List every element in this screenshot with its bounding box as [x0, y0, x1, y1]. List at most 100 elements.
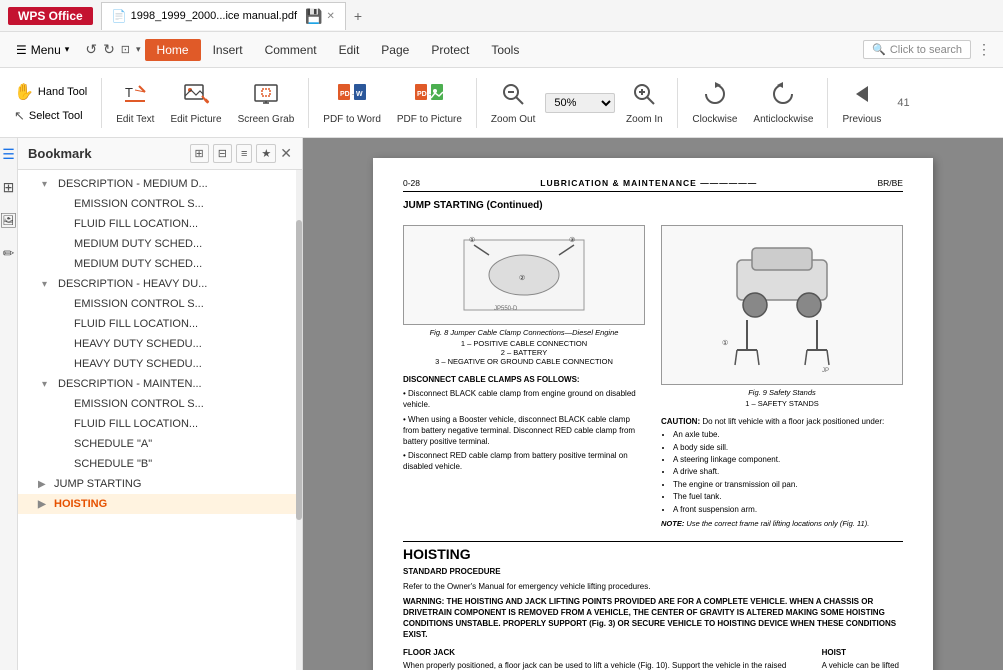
select-tool-label: Select Tool	[29, 110, 83, 122]
bookmark-item[interactable]: EMISSION CONTROL S...	[18, 294, 302, 314]
doc-left-col: ① ② ③ JP550-D Fig. 8 Jumper Cable Clamp …	[403, 217, 645, 533]
panel-bookmarks-icon[interactable]: ☰	[0, 142, 19, 167]
pdf-to-picture-label: PDF to Picture	[397, 114, 462, 125]
bookmark-item-hoisting[interactable]: ▶ HOISTING	[18, 494, 302, 514]
pdf-to-picture-button[interactable]: PDF → PDF to Picture	[391, 76, 468, 129]
titlebar: WPS Office 📄 1998_1999_2000...ice manual…	[0, 0, 1003, 32]
clockwise-label: Clockwise	[692, 114, 737, 125]
screen-grab-label: Screen Grab	[238, 114, 295, 125]
screen-grab-icon	[252, 80, 280, 112]
bookmark-label: DESCRIPTION - MEDIUM D...	[58, 178, 294, 190]
bookmark-item[interactable]: ▾ DESCRIPTION - MAINTEN...	[18, 374, 302, 394]
left-panel: ☰ ⊞ 🖼 ✏	[0, 138, 18, 670]
zoom-out-button[interactable]: Zoom Out	[485, 76, 541, 129]
pdf-to-word-button[interactable]: PDF → W PDF to Word	[317, 76, 387, 129]
tab-bar: 📄 1998_1999_2000...ice manual.pdf 💾 ✕ +	[101, 2, 995, 30]
fig8-labels: 1 – POSITIVE CABLE CONNECTION 2 – BATTER…	[403, 339, 645, 366]
undo-button[interactable]: ↺	[83, 39, 99, 60]
clockwise-button[interactable]: Clockwise	[686, 76, 743, 129]
bookmark-item[interactable]: EMISSION CONTROL S...	[18, 194, 302, 214]
toolbar: ✋ Hand Tool ↖ Select Tool T Edit Text	[0, 68, 1003, 138]
screen-grab-button[interactable]: Screen Grab	[232, 76, 301, 129]
bookmark-item[interactable]: EMISSION CONTROL S...	[18, 394, 302, 414]
page-menu-item[interactable]: Page	[371, 39, 419, 61]
anticlockwise-label: Anticlockwise	[753, 114, 813, 125]
floor-jack-col: FLOOR JACK When properly positioned, a f…	[403, 647, 806, 670]
sidebar-action-2[interactable]: ⊟	[213, 144, 232, 163]
anticlockwise-button[interactable]: Anticlockwise	[747, 76, 819, 129]
redo-button[interactable]: ↻	[101, 39, 117, 60]
edit-picture-button[interactable]: Edit Picture	[164, 76, 227, 129]
doc-area: 0-28 LUBRICATION & MAINTENANCE —————— BR…	[303, 138, 1003, 670]
doc-page-header: 0-28 LUBRICATION & MAINTENANCE —————— BR…	[403, 178, 903, 192]
zoom-out-label: Zoom Out	[491, 114, 535, 125]
edit-text-button[interactable]: T Edit Text	[110, 76, 160, 129]
menu-button[interactable]: ☰ Menu ▾	[8, 39, 77, 61]
search-box[interactable]: 🔍 Click to search	[863, 40, 971, 59]
dropdown-btn[interactable]: ▾	[134, 39, 143, 60]
page-num-value: 41	[897, 97, 909, 109]
anticlockwise-icon	[769, 80, 797, 112]
bookmark-item[interactable]: FLUID FILL LOCATION...	[18, 214, 302, 234]
bookmark-item[interactable]: SCHEDULE "B"	[18, 454, 302, 474]
fig9-labels: 1 – SAFETY STANDS	[661, 399, 903, 408]
warning-text: WARNING: THE HOISTING AND JACK LIFTING P…	[403, 596, 903, 641]
scrollbar-thumb[interactable]	[296, 220, 302, 520]
tool-group: ✋ Hand Tool ↖ Select Tool	[8, 80, 93, 126]
bookmark-item[interactable]: HEAVY DUTY SCHEDU...	[18, 354, 302, 374]
sidebar-action-3[interactable]: ≡	[236, 144, 252, 163]
pdf-to-word-label: PDF to Word	[323, 114, 381, 125]
bookmark-item[interactable]: MEDIUM DUTY SCHED...	[18, 234, 302, 254]
bookmark-item[interactable]: FLUID FILL LOCATION...	[18, 314, 302, 334]
previous-label: Previous	[842, 114, 881, 125]
zoom-select[interactable]: 50% 75% 100% 125% 150%	[545, 93, 615, 113]
hand-tool-button[interactable]: ✋ Hand Tool	[8, 80, 93, 104]
document-tab[interactable]: 📄 1998_1999_2000...ice manual.pdf 💾 ✕	[101, 2, 346, 30]
menubar: ☰ Menu ▾ ↺ ↻ ⊡ ▾ Home Insert Comment Edi…	[0, 32, 1003, 68]
bookmark-item[interactable]: ▾ DESCRIPTION - MEDIUM D...	[18, 174, 302, 194]
sidebar-header: Bookmark ⊞ ⊟ ≡ ★ ✕	[18, 138, 302, 170]
fig9-image: ① JP	[661, 225, 903, 385]
bookmark-item[interactable]: HEAVY DUTY SCHEDU...	[18, 334, 302, 354]
wps-logo[interactable]: WPS Office	[8, 7, 93, 25]
bookmark-label: DESCRIPTION - MAINTEN...	[58, 378, 294, 390]
bookmark-item[interactable]: ▾ DESCRIPTION - HEAVY DU...	[18, 274, 302, 294]
doc-right-col: ① JP Fig. 9 Safety Stands 1 – SAFETY STA…	[661, 217, 903, 533]
subsection-title: JUMP STARTING (Continued)	[403, 200, 903, 211]
select-tool-button[interactable]: ↖ Select Tool	[8, 106, 93, 126]
zoom-out-icon	[499, 80, 527, 112]
tab-close-button[interactable]: ✕	[326, 11, 334, 22]
previous-button[interactable]: Previous	[836, 76, 887, 129]
more-options-button[interactable]: ⋮	[973, 37, 995, 62]
bookmark-item[interactable]: ▶ JUMP STARTING	[18, 474, 302, 494]
sidebar-action-1[interactable]: ⊞	[190, 144, 209, 163]
bookmark-label: SCHEDULE "A"	[74, 438, 294, 450]
zoom-in-button[interactable]: Zoom In	[619, 76, 669, 129]
search-placeholder: Click to search	[890, 44, 962, 56]
divider-1	[101, 78, 102, 128]
bookmark-label: FLUID FILL LOCATION...	[74, 218, 294, 230]
screen-btn[interactable]: ⊡	[119, 39, 132, 60]
bookmark-item[interactable]: FLUID FILL LOCATION...	[18, 414, 302, 434]
protect-menu-item[interactable]: Protect	[421, 39, 479, 61]
sidebar-action-4[interactable]: ★	[256, 144, 276, 163]
bookmark-label: HEAVY DUTY SCHEDU...	[74, 358, 294, 370]
tools-menu-item[interactable]: Tools	[481, 39, 529, 61]
bookmark-label: SCHEDULE "B"	[74, 458, 294, 470]
menu-dropdown-icon: ▾	[65, 44, 70, 55]
bookmark-label: HOISTING	[54, 498, 294, 510]
bookmark-item[interactable]: SCHEDULE "A"	[18, 434, 302, 454]
comment-menu-item[interactable]: Comment	[255, 39, 327, 61]
select-icon: ↖	[14, 108, 25, 124]
sidebar-close-button[interactable]: ✕	[280, 144, 292, 163]
insert-menu-item[interactable]: Insert	[203, 39, 253, 61]
expand-icon: ▶	[38, 499, 50, 510]
bookmark-item[interactable]: MEDIUM DUTY SCHED...	[18, 254, 302, 274]
new-tab-button[interactable]: +	[346, 6, 370, 26]
home-menu-item[interactable]: Home	[145, 39, 201, 61]
panel-thumbnails-icon[interactable]: ⊞	[0, 175, 18, 200]
doc-code: BR/BE	[877, 178, 903, 188]
divider-4	[677, 78, 678, 128]
panel-annotations-icon[interactable]: ✏	[0, 241, 18, 266]
edit-menu-item[interactable]: Edit	[329, 39, 370, 61]
